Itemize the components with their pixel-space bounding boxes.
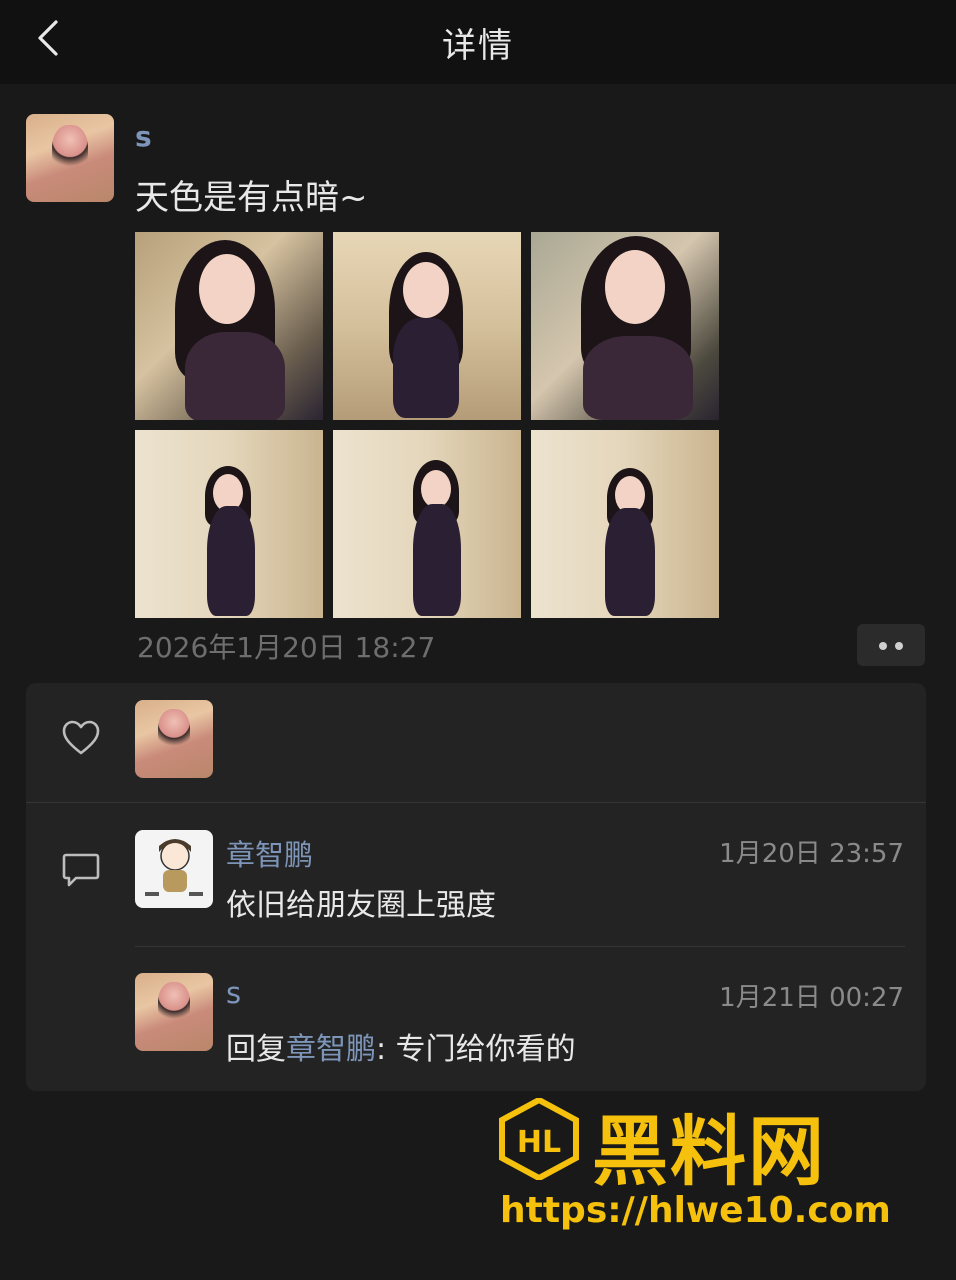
comment-text[interactable]: 依旧给朋友圈上强度 xyxy=(226,880,496,924)
watermark: HL 黑料网 https://hlwe10.com xyxy=(498,1090,938,1240)
photo-grid xyxy=(135,232,719,618)
commenter-avatar[interactable] xyxy=(135,830,213,908)
author-avatar[interactable] xyxy=(26,114,114,202)
heart-outline-icon xyxy=(62,720,100,755)
post-timestamp: 2026年1月20日 18:27 xyxy=(137,631,436,664)
more-dots-icon xyxy=(879,642,887,650)
comment-bubble-icon xyxy=(62,853,100,887)
reply-author[interactable]: s xyxy=(226,976,241,1010)
photo-5[interactable] xyxy=(333,430,521,618)
divider xyxy=(26,802,926,803)
watermark-logo-icon: HL xyxy=(499,1098,579,1180)
photo-1[interactable] xyxy=(135,232,323,420)
liker-avatar[interactable] xyxy=(135,700,213,778)
comment-divider xyxy=(135,946,905,947)
photo-6[interactable] xyxy=(531,430,719,618)
reply-avatar[interactable] xyxy=(135,973,213,1051)
photo-4[interactable] xyxy=(135,430,323,618)
page-title: 详情 xyxy=(442,26,514,66)
comment-time: 1月20日 23:57 xyxy=(719,839,904,869)
watermark-title: 黑料网 xyxy=(592,1107,826,1196)
photo-2[interactable] xyxy=(333,232,521,420)
reply-time: 1月21日 00:27 xyxy=(719,983,904,1013)
reply-content: 专门给你看的 xyxy=(395,1032,576,1067)
post-text: 天色是有点暗~ xyxy=(135,178,368,218)
reply-prefix: 回复 xyxy=(226,1032,286,1067)
cartoon-avatar-icon xyxy=(145,839,203,896)
author-name[interactable]: s xyxy=(135,120,152,153)
svg-text:HL: HL xyxy=(517,1125,561,1160)
more-button[interactable] xyxy=(857,624,925,666)
reply-separator: : xyxy=(376,1032,396,1067)
watermark-url: https://hlwe10.com xyxy=(500,1190,891,1231)
photo-3[interactable] xyxy=(531,232,719,420)
reply-to-name[interactable]: 章智鹏 xyxy=(286,1032,376,1067)
comment-author[interactable]: 章智鹏 xyxy=(226,832,313,874)
top-bar: 详情 xyxy=(0,0,956,84)
reply-text[interactable]: 回复章智鹏: 专门给你看的 xyxy=(226,1024,576,1068)
